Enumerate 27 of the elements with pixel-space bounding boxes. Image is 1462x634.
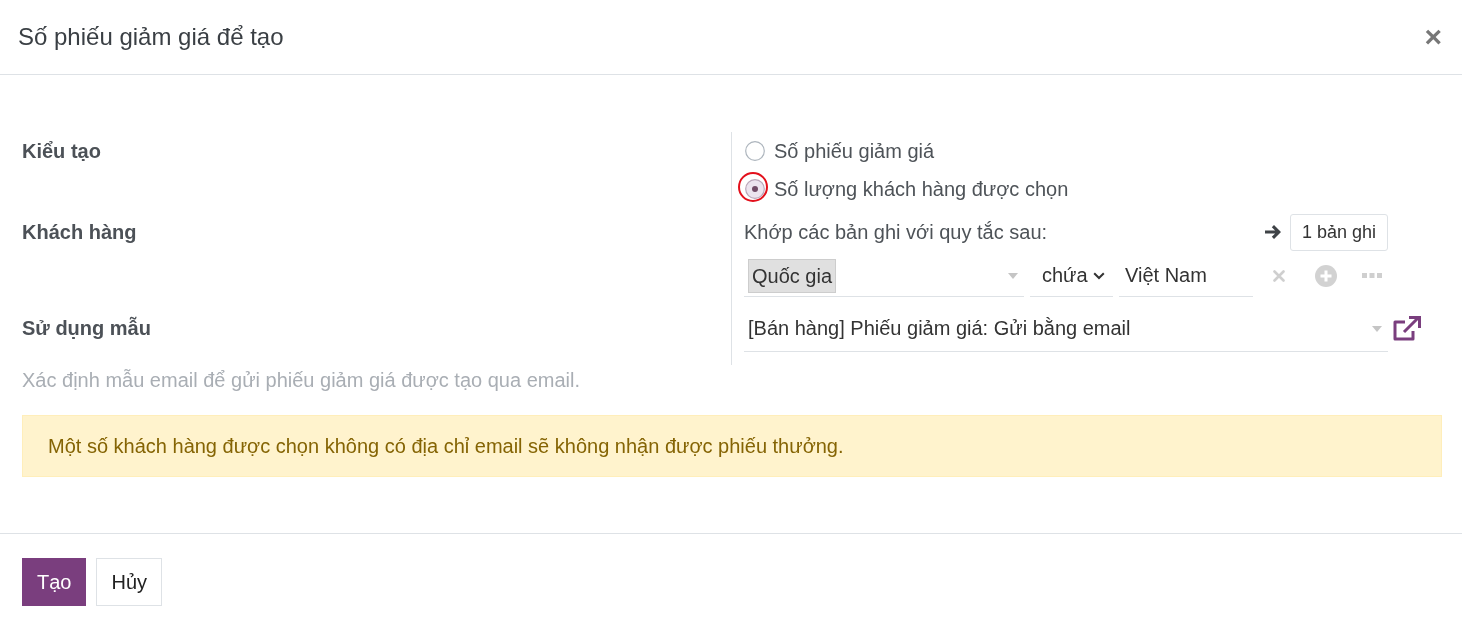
ellipsis-icon[interactable]	[1362, 273, 1382, 279]
field-label: Sử dụng mẫu	[22, 315, 151, 341]
radio-checked-icon[interactable]	[745, 179, 765, 199]
add-icon[interactable]	[1315, 265, 1337, 287]
caret-icon	[1372, 325, 1382, 332]
value-input[interactable]: Việt Nam	[1119, 255, 1253, 297]
radio-label[interactable]: Số phiếu giảm giá	[774, 139, 935, 163]
radio-label[interactable]: Số lượng khách hàng được chọn	[774, 177, 1069, 201]
dialog-title: Số phiếu giảm giá để tạo	[18, 23, 284, 51]
warning-alert: Một số khách hàng được chọn không có địa chỉ email sẽ không nhận được phiếu thưởng.	[22, 415, 1442, 477]
field-label: Kiểu tạo	[22, 139, 101, 164]
arrow-right-icon	[1263, 224, 1282, 240]
field-path-select[interactable]: Quốc gia	[744, 255, 1024, 297]
rule-intro-text: Khớp các bản ghi với quy tắc sau:	[744, 220, 1048, 244]
help-text: Xác định mẫu email để gửi phiếu giảm giá được tạo qua email.	[22, 368, 580, 392]
delete-icon[interactable]	[1273, 270, 1285, 282]
chevron-down-icon	[1092, 271, 1105, 280]
radio-unchecked-icon[interactable]	[745, 141, 765, 161]
record-count-button[interactable]: 1 bản ghi	[1289, 213, 1388, 251]
field-label: Khách hàng	[22, 220, 137, 245]
cancel-button[interactable]: Hủy	[96, 558, 163, 606]
caret-icon	[1008, 272, 1018, 279]
operator-select[interactable]: chứa	[1030, 255, 1113, 297]
template-select[interactable]: [Bán hàng] Phiếu giảm giá: Gửi bằng email	[744, 306, 1388, 352]
external-link-icon[interactable]	[1393, 316, 1421, 342]
close-button[interactable]: ×	[1418, 22, 1448, 52]
create-button[interactable]: Tạo	[22, 558, 87, 606]
